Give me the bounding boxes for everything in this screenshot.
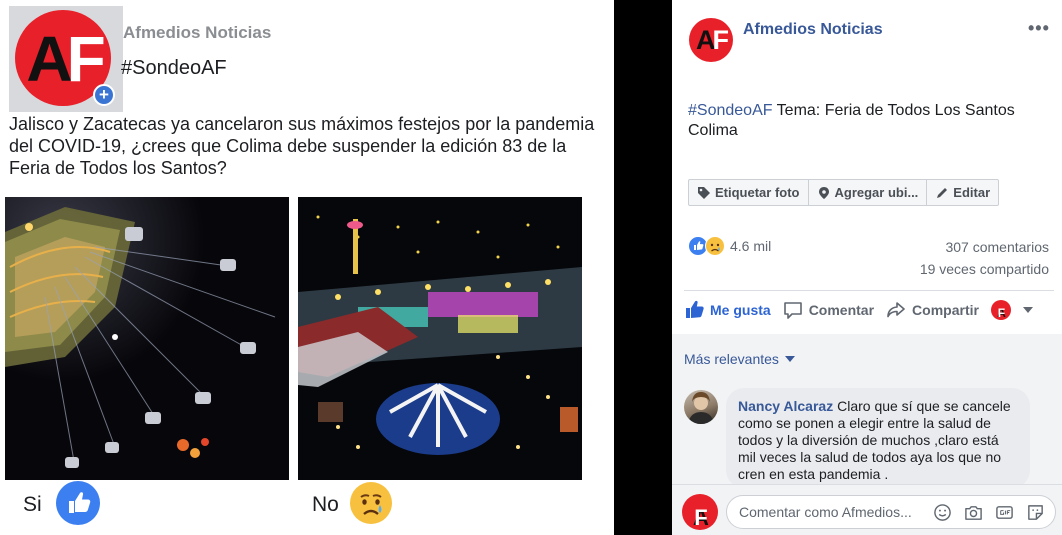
- post-as-selector[interactable]: AF: [990, 300, 1033, 320]
- commenter-avatar[interactable]: [684, 390, 718, 424]
- fairground-illustration: [298, 197, 582, 480]
- like-label: Me gusta: [710, 302, 771, 318]
- page-avatar[interactable]: AF: [689, 18, 733, 62]
- camera-icon[interactable]: [964, 503, 983, 522]
- chevron-down-icon: [1022, 307, 1033, 313]
- tag-photo-label: Etiquetar foto: [715, 185, 800, 200]
- fairground-aerial-photo: [298, 197, 582, 480]
- share-button[interactable]: Compartir: [886, 300, 979, 320]
- like-button[interactable]: Me gusta: [684, 300, 771, 320]
- page-profile-picture: AF +: [9, 6, 123, 112]
- edit-label: Editar: [953, 185, 991, 200]
- poll-question: Jalisco y Zacatecas ya cancelaron sus má…: [9, 114, 595, 178]
- comment-bubble: Nancy Alcaraz Claro que sí que se cancel…: [726, 388, 1030, 488]
- tag-icon: [698, 186, 710, 199]
- page-name-link[interactable]: Afmedios Noticias: [743, 21, 883, 39]
- composer-avatar: AF: [682, 494, 718, 530]
- shares-count-link[interactable]: 19 veces compartido: [920, 261, 1049, 277]
- comment-bubble-icon: [783, 302, 802, 319]
- comment-button[interactable]: Comentar: [783, 300, 874, 320]
- more-options-icon[interactable]: •••: [1028, 18, 1050, 39]
- comment-sort-dropdown[interactable]: Más relevantes: [684, 351, 795, 367]
- option-no-label: No: [312, 493, 339, 516]
- comments-count-link[interactable]: 307 comentarios: [945, 239, 1049, 255]
- comment-input[interactable]: Comentar como Afmedios...: [726, 495, 1056, 529]
- post-caption: #SondeoAF Tema: Feria de Todos Los Santo…: [688, 101, 1038, 141]
- sad-face-icon: [350, 482, 392, 524]
- post-actions-bar: Me gusta Comentar Compartir AF: [684, 300, 1054, 320]
- fair-swing-ride-photo: [5, 197, 289, 480]
- like-icon: [56, 481, 100, 525]
- comment-label: Comentar: [808, 302, 875, 318]
- thumbs-up-icon: [686, 300, 704, 318]
- chevron-down-icon: [784, 356, 795, 362]
- divider: [684, 290, 1054, 291]
- comment-input-placeholder: Comentar como Afmedios...: [739, 504, 912, 520]
- comment-author-link[interactable]: Nancy Alcaraz: [738, 398, 833, 414]
- sort-label: Más relevantes: [684, 351, 779, 367]
- avatar-letter-f: F: [712, 25, 729, 55]
- image-page-name: Afmedios Noticias: [123, 23, 272, 42]
- logo-letter-a: A: [26, 23, 72, 95]
- image-hashtag: #SondeoAF: [121, 57, 227, 79]
- option-si-label: Si: [23, 493, 42, 516]
- photo-comments-sidebar: AF Afmedios Noticias ••• #SondeoAF Tema:…: [672, 0, 1062, 535]
- swing-ride-illustration: [5, 197, 289, 480]
- composer-tools: [933, 503, 1045, 522]
- comments-section: Más relevantes Nancy Alcaraz Claro que s…: [672, 334, 1062, 488]
- mini-avatar-letter-f: F: [997, 306, 1005, 320]
- reactions-count: 4.6 mil: [730, 238, 772, 254]
- emoji-icon[interactable]: [933, 503, 952, 522]
- add-location-label: Agregar ubi...: [834, 185, 919, 200]
- add-location-button[interactable]: Agregar ubi...: [809, 180, 928, 205]
- screenshot-root: AF + Afmedios Noticias #SondeoAF Jalisco…: [0, 0, 1062, 535]
- share-arrow-icon: [887, 302, 905, 318]
- reactions-summary[interactable]: 4.6 mil: [688, 236, 771, 256]
- hashtag-link[interactable]: #SondeoAF: [688, 102, 773, 119]
- location-pin-icon: [818, 186, 829, 199]
- edit-button[interactable]: Editar: [927, 180, 998, 205]
- plus-icon: +: [93, 84, 115, 106]
- composer-avatar-letter-f: F: [694, 505, 707, 530]
- post-image[interactable]: AF + Afmedios Noticias #SondeoAF Jalisco…: [0, 0, 614, 535]
- avatar-letter-a: A: [696, 25, 715, 55]
- page-mini-avatar: AF: [990, 300, 1011, 320]
- logo-letter-f: F: [66, 23, 106, 95]
- comment-composer: AF Comentar como Afmedios...: [672, 484, 1062, 535]
- sticker-icon[interactable]: [1026, 503, 1045, 522]
- tag-photo-button[interactable]: Etiquetar foto: [689, 180, 809, 205]
- share-label: Compartir: [912, 302, 979, 318]
- photo-toolbar: Etiquetar foto Agregar ubi... Editar: [688, 179, 1000, 206]
- pencil-icon: [937, 187, 948, 198]
- sad-reaction-icon: [705, 236, 725, 256]
- gif-icon[interactable]: [995, 503, 1014, 522]
- commenter-photo: [688, 392, 714, 424]
